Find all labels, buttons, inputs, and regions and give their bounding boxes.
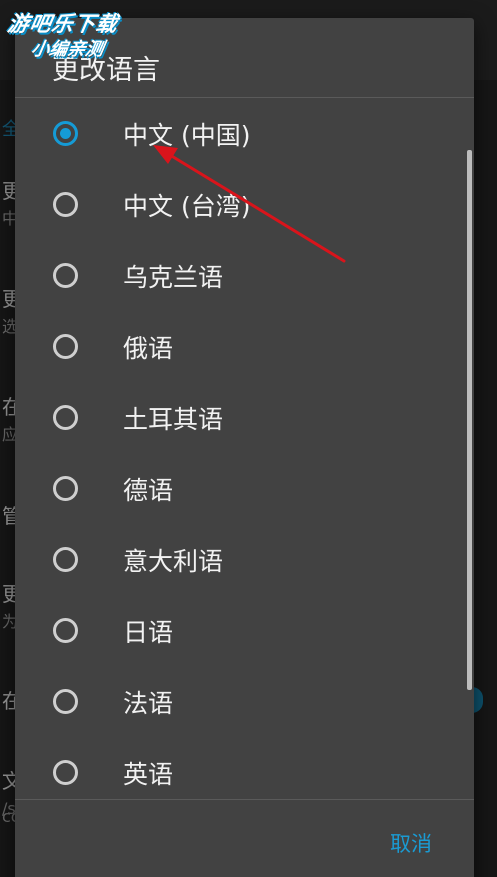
- radio-unchecked-icon[interactable]: [53, 618, 78, 643]
- language-option-zh-cn[interactable]: 中文 (中国): [15, 98, 474, 169]
- radio-unchecked-icon[interactable]: [53, 689, 78, 714]
- radio-unchecked-icon[interactable]: [53, 760, 78, 785]
- watermark-logo: 游吧乐下载 小编亲测: [1, 8, 120, 61]
- screen: 全 更 中 更 选 在 应 管 更 为 在 文 /s co 游吧乐下载 小编亲测…: [0, 0, 497, 877]
- language-option-label: 中文 (中国): [123, 120, 251, 150]
- cancel-button[interactable]: 取消: [390, 828, 432, 858]
- radio-unchecked-icon[interactable]: [53, 547, 78, 572]
- language-option-german[interactable]: 德语: [15, 453, 474, 524]
- radio-unchecked-icon[interactable]: [53, 334, 78, 359]
- language-option-english[interactable]: 英语: [15, 737, 474, 799]
- watermark-line2: 小编亲测: [29, 39, 106, 60]
- radio-unchecked-icon[interactable]: [53, 263, 78, 288]
- language-option-label: 英语: [123, 759, 174, 789]
- language-option-turkish[interactable]: 土耳其语: [15, 382, 474, 453]
- language-option-french[interactable]: 法语: [15, 666, 474, 737]
- watermark-line1: 游吧乐下载: [5, 12, 120, 36]
- language-option-label: 俄语: [123, 333, 174, 363]
- language-list[interactable]: 中文 (中国) 中文 (台湾) 乌克兰语 俄语 土耳其语 德语 意大利语 日语 …: [15, 98, 474, 799]
- list-scrollbar[interactable]: [467, 150, 472, 690]
- language-option-label: 中文 (台湾): [123, 191, 251, 221]
- language-option-label: 法语: [123, 688, 174, 718]
- language-option-label: 德语: [123, 475, 174, 505]
- language-option-russian[interactable]: 俄语: [15, 311, 474, 382]
- language-option-label: 土耳其语: [123, 404, 224, 434]
- radio-checked-icon[interactable]: [53, 121, 78, 146]
- language-option-label: 乌克兰语: [123, 262, 224, 292]
- radio-unchecked-icon[interactable]: [53, 476, 78, 501]
- actions-divider: [15, 799, 474, 800]
- language-option-japanese[interactable]: 日语: [15, 595, 474, 666]
- change-language-dialog: 更改语言 中文 (中国) 中文 (台湾) 乌克兰语 俄语 土耳其语 德语 意大利…: [15, 18, 474, 877]
- language-option-label: 意大利语: [123, 546, 224, 576]
- language-option-label: 日语: [123, 617, 174, 647]
- language-option-zh-tw[interactable]: 中文 (台湾): [15, 169, 474, 240]
- radio-unchecked-icon[interactable]: [53, 405, 78, 430]
- radio-unchecked-icon[interactable]: [53, 192, 78, 217]
- language-option-italian[interactable]: 意大利语: [15, 524, 474, 595]
- language-option-ukrainian[interactable]: 乌克兰语: [15, 240, 474, 311]
